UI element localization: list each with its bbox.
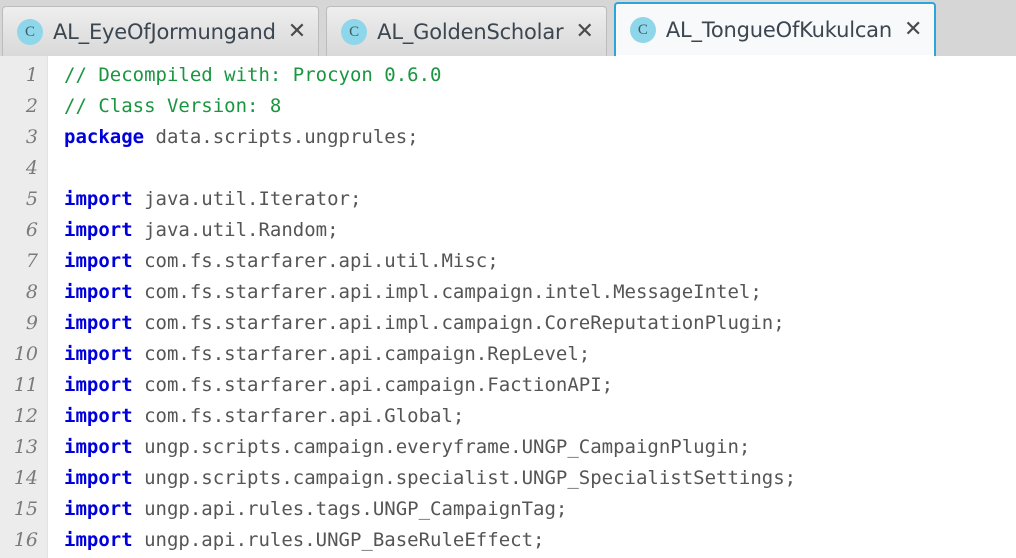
code-line[interactable]: // Decompiled with: Procyon 0.6.0 [64, 60, 1016, 91]
code-line[interactable]: import com.fs.starfarer.api.impl.campaig… [64, 277, 1016, 308]
code-content[interactable]: // Decompiled with: Procyon 0.6.0 // Clas… [48, 56, 1016, 558]
line-number: 16 [13, 529, 38, 551]
editor-tab-al_tongueofkukulcan[interactable]: C AL_TongueOfKukulcan ✕ [613, 2, 937, 56]
java-class-icon: C [341, 18, 368, 45]
code-line[interactable]: import com.fs.starfarer.api.impl.campaig… [64, 308, 1016, 339]
line-number: 15 [13, 498, 38, 520]
code-line[interactable]: import java.util.Iterator; [64, 184, 1016, 215]
code-token-keyword: import [64, 498, 133, 520]
editor-tab-label: AL_GoldenScholar [377, 19, 564, 44]
line-number: 13 [13, 436, 38, 458]
close-icon[interactable]: ✕ [904, 19, 922, 41]
editor-tab-al_eyeofjormungand[interactable]: C AL_EyeOfJormungand ✕ [2, 6, 320, 56]
code-line[interactable]: import com.fs.starfarer.api.Global; [64, 401, 1016, 432]
code-token-keyword: import [64, 467, 133, 489]
code-token-plain: ungp.scripts.campaign.specialist.UNGP_Sp… [132, 467, 797, 489]
code-token-comment: // Decompiled with: Procyon 0.6.0 [64, 64, 442, 86]
java-class-icon: C [629, 17, 656, 43]
code-line[interactable]: import com.fs.starfarer.api.campaign.Rep… [64, 339, 1016, 370]
line-number: 5 [25, 188, 38, 210]
editor-tab-bar: C AL_EyeOfJormungand ✕ C AL_GoldenScholar ✕ C A… [0, 0, 1016, 56]
code-token-plain: ungp.api.rules.tags.UNGP_CampaignTag; [132, 498, 568, 520]
decompiler-window: C AL_EyeOfJormungand ✕ C AL_GoldenScholar ✕ C A… [0, 0, 1016, 558]
line-number: 12 [13, 405, 38, 427]
code-line[interactable] [64, 153, 1016, 184]
line-number: 4 [25, 157, 38, 179]
line-number: 8 [25, 281, 38, 303]
code-line[interactable]: import ungp.api.rules.UNGP_BaseRuleEffec… [64, 525, 1016, 556]
code-line[interactable]: package data.scripts.ungprules; [64, 122, 1016, 153]
code-token-plain: com.fs.starfarer.api.util.Misc; [132, 250, 499, 272]
code-line[interactable]: import ungp.api.rules.tags.UNGP_Campaign… [64, 494, 1016, 525]
code-token-plain: com.fs.starfarer.api.campaign.FactionAPI… [132, 374, 614, 396]
code-token-plain: com.fs.starfarer.api.campaign.RepLevel; [132, 343, 591, 365]
line-number: 9 [25, 312, 38, 334]
line-number: 6 [25, 219, 38, 241]
code-token-keyword: import [64, 281, 133, 303]
code-token-plain: ungp.scripts.campaign.everyframe.UNGP_Ca… [132, 436, 751, 458]
code-editor[interactable]: 1234567891011121314151617 // Decompiled … [0, 56, 1016, 558]
code-token-keyword: import [64, 405, 133, 427]
code-token-keyword: import [64, 529, 133, 551]
close-icon[interactable]: ✕ [575, 20, 593, 43]
line-number-gutter: 1234567891011121314151617 [0, 56, 48, 558]
java-class-icon: C [17, 18, 43, 45]
editor-tab-label: AL_EyeOfJormungand [53, 19, 276, 44]
code-token-plain: java.util.Random; [132, 219, 339, 241]
editor-tab-label: AL_TongueOfKukulcan [665, 18, 892, 42]
code-token-keyword: import [64, 312, 133, 334]
code-token-keyword: import [64, 436, 133, 458]
code-line[interactable]: import com.fs.starfarer.api.util.Misc; [64, 246, 1016, 277]
code-token-keyword: import [64, 250, 133, 272]
code-token-plain: com.fs.starfarer.api.Global; [132, 405, 465, 427]
line-number: 2 [25, 95, 38, 117]
code-line[interactable]: import com.fs.starfarer.api.campaign.Fac… [64, 370, 1016, 401]
editor-tab-al_goldenscholar[interactable]: C AL_GoldenScholar ✕ [326, 6, 607, 56]
code-token-plain: com.fs.starfarer.api.impl.campaign.CoreR… [132, 312, 785, 334]
code-token-plain: com.fs.starfarer.api.impl.campaign.intel… [132, 281, 762, 303]
line-number: 1 [25, 64, 38, 86]
code-token-keyword: package [64, 126, 145, 148]
code-line[interactable]: import ungp.scripts.campaign.everyframe.… [64, 432, 1016, 463]
line-number: 10 [13, 343, 38, 365]
code-token-plain: data.scripts.ungprules; [144, 126, 419, 148]
code-token-keyword: import [64, 188, 133, 210]
code-token-keyword: import [64, 374, 133, 396]
code-line[interactable]: // Class Version: 8 [64, 91, 1016, 122]
line-number: 7 [25, 250, 38, 272]
line-number: 3 [25, 126, 38, 148]
code-line[interactable]: import ungp.scripts.campaign.specialist.… [64, 463, 1016, 494]
code-line[interactable]: import java.util.Random; [64, 215, 1016, 246]
line-number: 14 [13, 467, 38, 489]
code-token-keyword: import [64, 343, 133, 365]
code-token-keyword: import [64, 219, 133, 241]
code-token-comment: // Class Version: 8 [64, 95, 282, 117]
code-token-plain: java.util.Iterator; [132, 188, 362, 210]
line-number: 11 [13, 374, 38, 396]
close-icon[interactable]: ✕ [288, 20, 306, 43]
code-token-plain: ungp.api.rules.UNGP_BaseRuleEffect; [132, 529, 545, 551]
